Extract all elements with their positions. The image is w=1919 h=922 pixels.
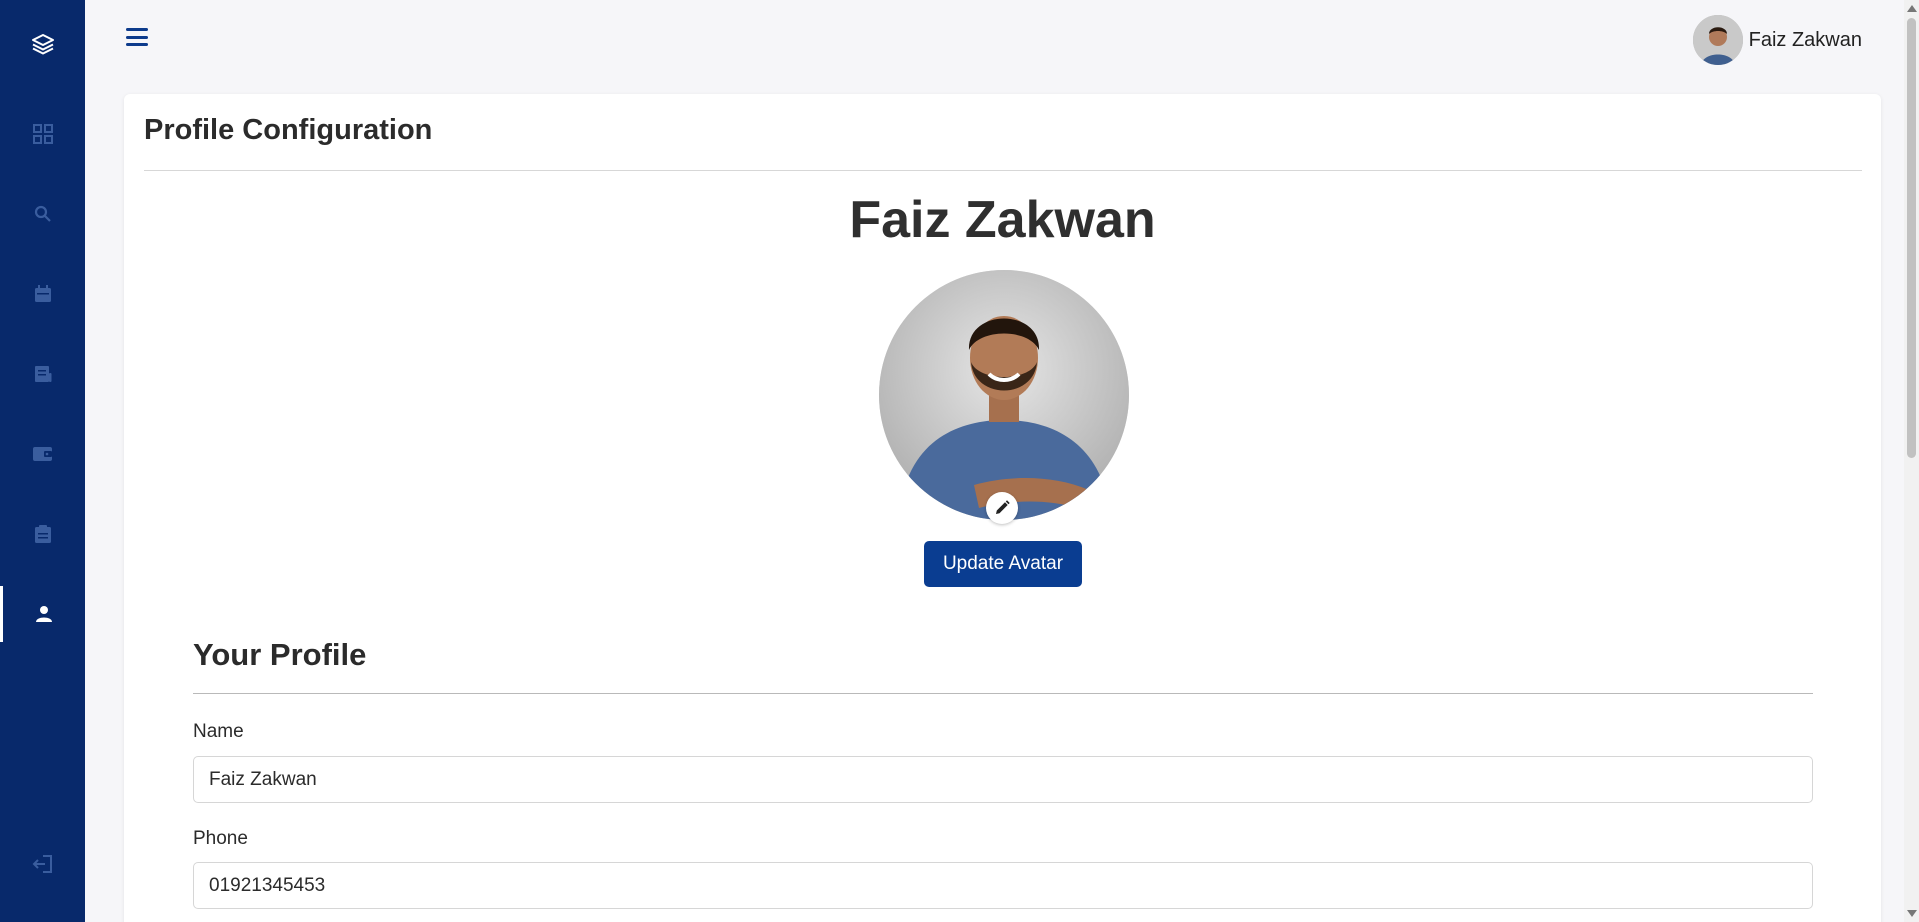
scroll-down-icon[interactable] [1907,910,1917,917]
user-icon [36,606,52,622]
search-icon [34,205,51,222]
sidebar-item-search[interactable] [0,186,85,242]
calendar-icon [34,285,51,302]
phone-field[interactable] [193,862,1813,909]
name-label: Name [193,721,244,742]
avatar [1692,15,1743,65]
sidebar-item-clipboard[interactable] [0,506,85,562]
header-user-name: Faiz Zakwan [1748,28,1862,51]
logout-icon [32,855,52,873]
profile-avatar [879,270,1129,520]
top-header: Faiz Zakwan [85,0,1904,80]
section-title: Your Profile [193,637,367,672]
sidebar [0,0,85,922]
scroll-thumb[interactable] [1907,18,1916,458]
section-divider [193,693,1813,694]
page-scrollbar[interactable] [1904,0,1919,922]
menu-toggle-icon[interactable] [125,26,149,48]
update-avatar-button[interactable]: Update Avatar [924,541,1082,587]
clipboard-icon [34,525,51,543]
sidebar-item-logout[interactable] [0,836,85,892]
app-logo[interactable] [0,24,85,64]
sidebar-item-calendar[interactable] [0,266,85,322]
user-menu[interactable]: Faiz Zakwan [1692,14,1862,66]
phone-label: Phone [193,828,248,849]
dashboard-icon [32,124,53,144]
scroll-up-icon[interactable] [1907,5,1917,12]
layers-icon [31,34,54,55]
title-divider [144,170,1862,171]
wallet-icon [32,447,52,461]
name-field[interactable] [193,756,1813,803]
pencil-icon [996,500,1010,514]
profile-display-name: Faiz Zakwan [849,191,1156,249]
sidebar-item-profile[interactable] [0,586,85,642]
edit-avatar-button[interactable] [986,492,1018,524]
profile-card: Profile Configuration Faiz Zakwan Update… [124,94,1881,922]
sidebar-item-receipt[interactable] [0,346,85,402]
receipt-icon [34,366,51,382]
sidebar-item-dashboard[interactable] [0,106,85,162]
sidebar-item-wallet[interactable] [0,426,85,482]
page-title: Profile Configuration [144,114,433,146]
